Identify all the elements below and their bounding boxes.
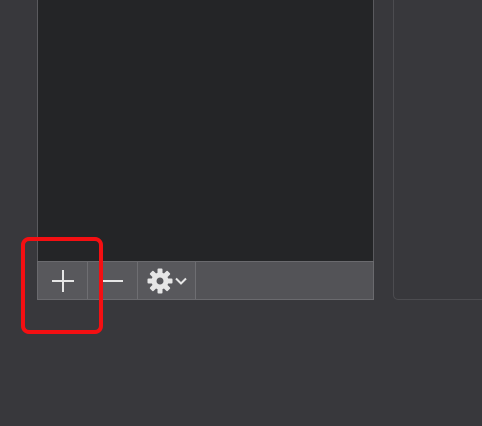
settings-menu-button[interactable] <box>138 262 196 299</box>
side-panel <box>393 0 482 300</box>
source-list[interactable] <box>37 0 374 261</box>
list-toolbar <box>37 261 374 300</box>
window <box>0 0 482 426</box>
gear-icon <box>147 268 172 293</box>
minus-icon <box>102 279 123 282</box>
chevron-down-icon <box>174 277 187 285</box>
plus-icon <box>51 269 74 292</box>
remove-button[interactable] <box>88 262 138 299</box>
add-button[interactable] <box>38 262 88 299</box>
toolbar-spacer <box>196 262 373 299</box>
